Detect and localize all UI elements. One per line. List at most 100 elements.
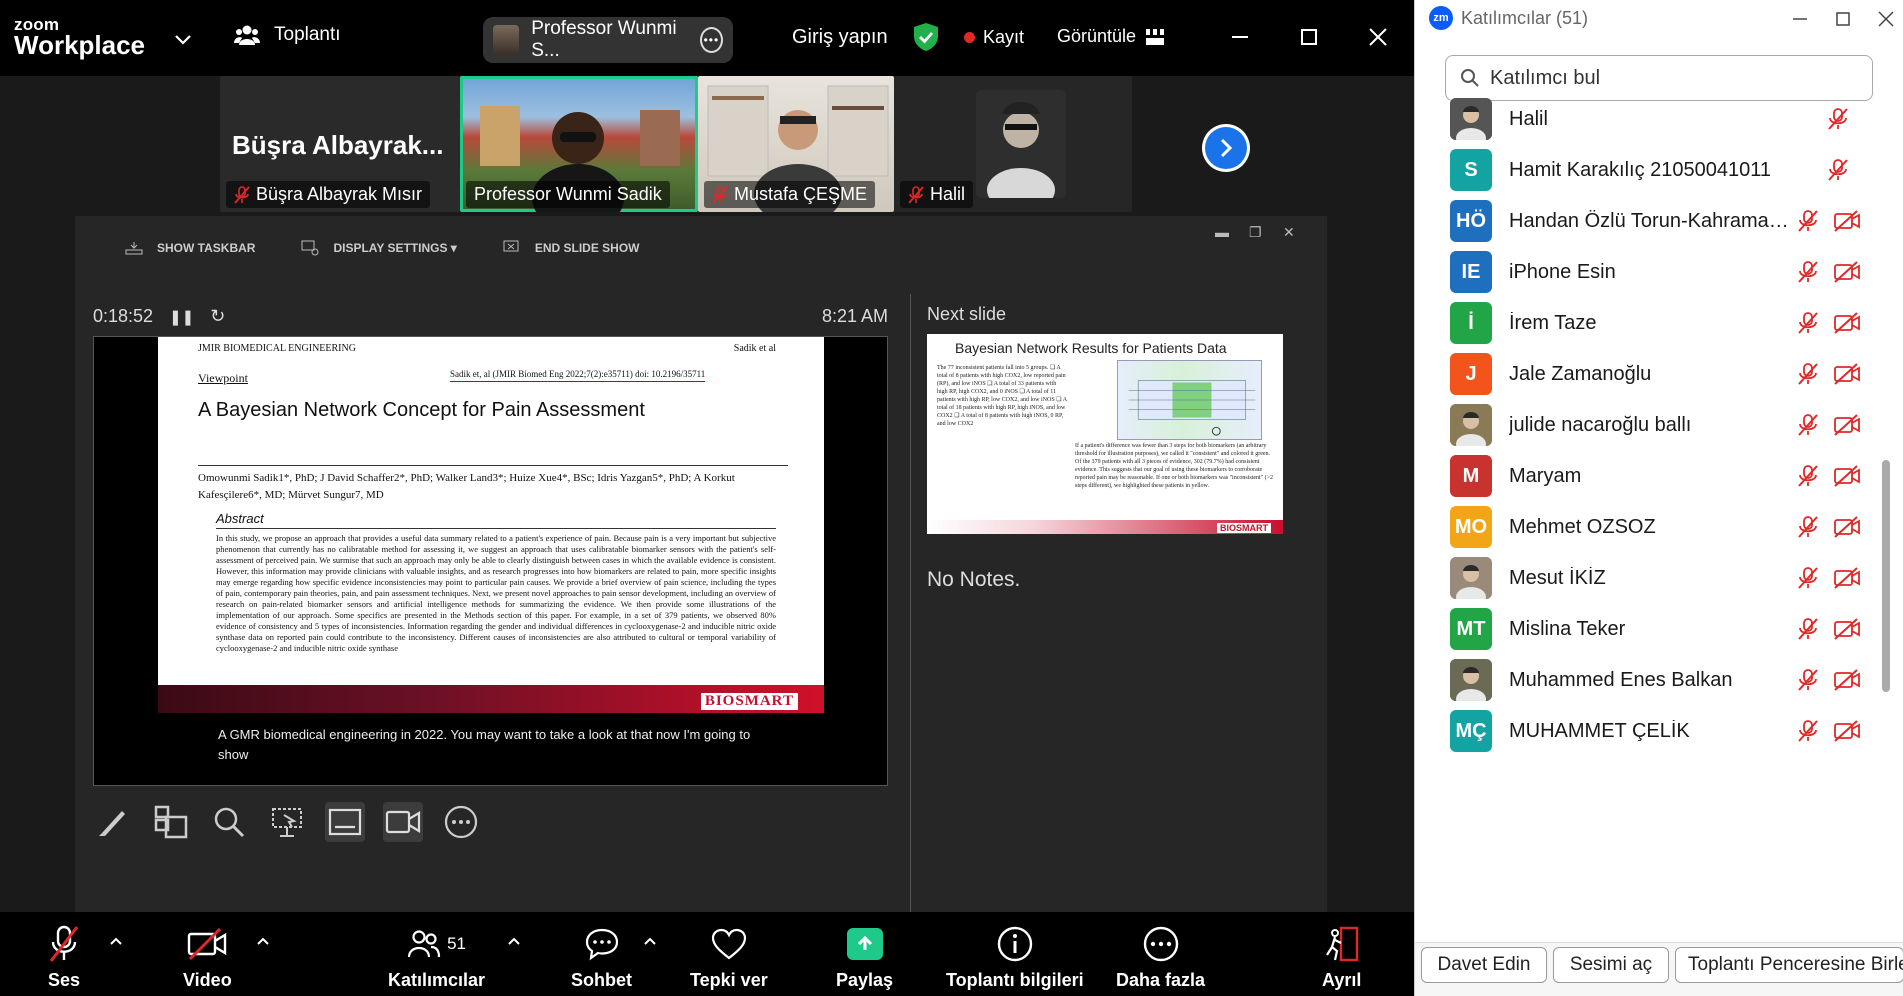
next-page-button[interactable] [1202, 124, 1250, 172]
react-button[interactable]: Tepki ver [690, 924, 768, 991]
more-icon[interactable]: ••• [699, 27, 723, 53]
video-off-icon[interactable] [1833, 669, 1861, 691]
participants-panel-title: Katılımcılar (51) [1461, 7, 1589, 28]
speaker-avatar [493, 25, 520, 55]
video-off-icon[interactable] [1833, 261, 1861, 283]
mic-muted-icon[interactable] [1797, 668, 1819, 692]
video-off-icon[interactable] [1833, 312, 1861, 334]
view-menu-button[interactable]: Görüntüle [1057, 26, 1165, 47]
participant-row[interactable]: MÇ MUHAMMET ÇELİK [1415, 700, 1885, 762]
more-icon [444, 805, 478, 839]
pv-close-icon[interactable]: ✕ [1283, 224, 1295, 241]
meeting-info-label: Toplantı bilgileri [946, 970, 1084, 990]
meeting-menu-button[interactable]: Toplantı [234, 24, 341, 46]
logo-line2: Workplace [14, 30, 146, 60]
slide-citation: Sadik et, al (JMIR Biomed Eng 2022;7(2):… [450, 369, 706, 382]
participant-avatar [1450, 659, 1492, 701]
participants-options-caret-icon[interactable] [507, 936, 521, 946]
share-screen-button[interactable]: Paylaş [836, 924, 893, 991]
mic-muted-icon[interactable] [1797, 260, 1819, 284]
mic-muted-icon[interactable] [1797, 515, 1819, 539]
mic-muted-icon[interactable] [1797, 362, 1819, 386]
see-all-slides-button[interactable] [151, 802, 191, 842]
video-off-icon[interactable] [1833, 414, 1861, 436]
audio-button[interactable]: Ses [48, 924, 80, 991]
record-indicator[interactable]: Kayıt [964, 27, 1024, 48]
mic-muted-icon [908, 185, 924, 204]
video-tile[interactable]: Halil [894, 76, 1132, 212]
video-off-icon[interactable] [1833, 720, 1861, 742]
end-slide-show-button[interactable]: END SLIDE SHOW [503, 240, 640, 256]
chat-button[interactable]: Sohbet [571, 924, 632, 991]
unmute-me-button[interactable]: Sesimi aç [1553, 947, 1669, 983]
more-button[interactable]: Daha fazla [1116, 924, 1205, 991]
next-slide-preview[interactable]: Bayesian Network Results for Patients Da… [927, 334, 1283, 534]
participant-avatar: İ [1450, 302, 1492, 344]
close-icon[interactable] [1365, 24, 1391, 50]
participant-avatar [1450, 404, 1492, 446]
minimize-icon[interactable] [1789, 8, 1811, 30]
chevron-down-icon[interactable] [172, 28, 194, 50]
video-off-icon[interactable] [1833, 618, 1861, 640]
chevron-right-icon [1220, 138, 1233, 158]
mic-muted-icon[interactable] [1797, 617, 1819, 641]
leave-button[interactable]: Ayrıl [1322, 924, 1361, 991]
invite-button[interactable]: Davet Edin [1421, 947, 1547, 983]
video-button[interactable]: Video [183, 924, 232, 991]
scrollbar-thumb[interactable] [1882, 460, 1890, 692]
change-display-button[interactable] [267, 802, 307, 842]
video-tile-active-speaker[interactable]: Professor Wunmi Sadik [460, 76, 698, 212]
video-tile[interactable]: Büşra Albayrak... Büşra Albayrak Mısır [220, 76, 460, 212]
video-off-icon[interactable] [1833, 516, 1861, 538]
maximize-icon[interactable] [1832, 8, 1854, 30]
show-taskbar-button[interactable]: SHOW TASKBAR [125, 241, 255, 255]
shield-check-icon[interactable] [912, 22, 940, 52]
video-off-icon [188, 927, 227, 961]
video-off-icon[interactable] [1833, 363, 1861, 385]
participants-label: Katılımcılar [388, 970, 486, 990]
mic-muted-icon[interactable] [1797, 464, 1819, 488]
video-options-caret-icon[interactable] [256, 936, 270, 946]
video-tile[interactable]: Mustafa ÇEŞME [698, 76, 894, 212]
mic-muted-icon[interactable] [1827, 158, 1849, 182]
participants-button[interactable]: 51 Katılımcılar [388, 924, 485, 991]
camera-toggle-button[interactable] [383, 802, 423, 842]
meeting-info-button[interactable]: Toplantı bilgileri [946, 924, 1084, 991]
maximize-icon[interactable] [1296, 24, 1322, 50]
reset-timer-icon[interactable]: ↻ [210, 306, 225, 327]
pause-icon[interactable]: ❚❚ [169, 308, 194, 326]
pen-icon [99, 811, 125, 836]
merge-to-meeting-window-button[interactable]: Toplantı Penceresine Birleştir [1675, 947, 1903, 983]
participant-name: Halil [1509, 107, 1548, 130]
participants-panel-titlebar: zm Katılımcılar (51) [1429, 6, 1588, 30]
pane-divider[interactable] [910, 294, 911, 914]
current-slide[interactable]: JMIR BIOMEDICAL ENGINEERING Sadik et al … [93, 336, 888, 786]
mic-muted-icon[interactable] [1797, 566, 1819, 590]
audio-options-caret-icon[interactable] [109, 936, 123, 946]
view-label: Görüntüle [1057, 26, 1137, 46]
people-icon [234, 25, 260, 45]
more-options-button[interactable] [441, 802, 481, 842]
participant-name: julide nacaroğlu ballı [1509, 413, 1692, 436]
participant-list-scrollbar[interactable] [1881, 108, 1891, 903]
zoom-into-slide-button[interactable] [209, 802, 249, 842]
chat-options-caret-icon[interactable] [643, 936, 657, 946]
pen-tool-button[interactable] [93, 802, 133, 842]
display-settings-button[interactable]: DISPLAY SETTINGS ▾ [301, 240, 457, 256]
subtitles-button[interactable] [325, 802, 365, 842]
pv-restore-icon[interactable]: ❐ [1249, 224, 1262, 241]
signin-link[interactable]: Giriş yapın [792, 26, 888, 49]
video-off-icon[interactable] [1833, 567, 1861, 589]
mic-muted-icon[interactable] [1797, 209, 1819, 233]
mic-muted-icon[interactable] [1797, 311, 1819, 335]
close-icon[interactable] [1875, 8, 1897, 30]
mic-muted-icon[interactable] [1797, 413, 1819, 437]
video-off-icon[interactable] [1833, 465, 1861, 487]
pv-minimize-icon[interactable]: ▬ [1215, 224, 1229, 240]
mic-muted-icon[interactable] [1827, 107, 1849, 131]
minimize-icon[interactable] [1227, 24, 1253, 50]
mic-muted-icon[interactable] [1797, 719, 1819, 743]
tile-name-tag: Professor Wunmi Sadik [466, 181, 670, 208]
active-speaker-pill[interactable]: Professor Wunmi S... ••• [483, 17, 733, 63]
video-off-icon[interactable] [1833, 210, 1861, 232]
